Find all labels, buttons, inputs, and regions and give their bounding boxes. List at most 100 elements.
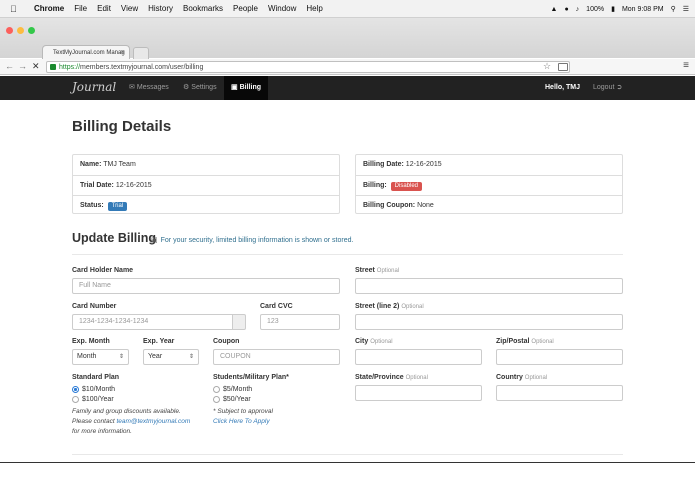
menu-history[interactable]: History <box>148 4 173 13</box>
page-title: Billing Details <box>72 118 172 135</box>
detail-label: Billing Coupon: <box>363 202 416 209</box>
approval-note-text: * Subject to approval <box>213 408 273 415</box>
card-holder-input[interactable]: Full Name <box>72 278 340 294</box>
nav-settings-label: Settings <box>191 84 217 91</box>
radio-icon <box>213 396 220 403</box>
coupon-input[interactable]: COUPON <box>213 349 340 365</box>
status-badge: Trial <box>107 202 128 211</box>
exp-month-label: Exp. Month <box>72 338 110 345</box>
exp-year-select[interactable]: Year ⇕ <box>143 349 199 365</box>
detail-value: TMJ Team <box>103 161 136 168</box>
back-icon[interactable]: ← <box>5 61 14 71</box>
card-cvc-input[interactable]: 123 <box>260 314 340 330</box>
nav-messages[interactable]: ✉ Messages <box>129 76 169 100</box>
menu-bookmarks[interactable]: Bookmarks <box>183 4 223 13</box>
street-label-text: Street <box>355 267 375 274</box>
wifi-icon[interactable]: ● <box>564 6 568 13</box>
city-input[interactable] <box>355 349 482 365</box>
spotlight-icon[interactable]: ⚲ <box>671 5 676 13</box>
standard-plan-label: Standard Plan <box>72 374 120 381</box>
volume-icon[interactable]: ♪ <box>576 6 580 13</box>
contact-email-link[interactable]: team@textmyjournal.com <box>116 418 190 425</box>
radio-selected-icon <box>72 386 79 393</box>
nav-logout[interactable]: Logout ➲ <box>593 76 622 100</box>
zip-label-text: Zip/Postal <box>496 338 530 345</box>
street-input[interactable] <box>355 278 623 294</box>
close-window-icon[interactable] <box>6 27 13 34</box>
lock-icon <box>50 64 56 70</box>
notification-center-icon[interactable]: ☰ <box>683 5 689 13</box>
tab-title: TextMyJournal.com Manag <box>53 49 125 56</box>
apple-icon[interactable]:  <box>10 4 22 14</box>
menu-help[interactable]: Help <box>306 4 322 13</box>
battery-percent: 100% <box>586 5 605 13</box>
minimize-window-icon[interactable] <box>17 27 24 34</box>
forward-icon[interactable]: → <box>18 61 27 71</box>
optional-tag: Optional <box>524 375 548 381</box>
apply-link[interactable]: Click Here To Apply <box>213 418 270 425</box>
security-note: ▣ For your security, limited billing info… <box>151 236 353 244</box>
security-note-text: For your security, limited billing infor… <box>160 237 354 244</box>
menu-people[interactable]: People <box>233 4 258 13</box>
family-note-line1: Family and group discounts available. <box>72 408 181 415</box>
detail-label: Billing Date: <box>363 161 404 168</box>
new-tab-button[interactable] <box>133 47 149 59</box>
card-number-addon <box>233 314 246 330</box>
chrome-menu-icon[interactable]: ≡ <box>683 60 689 71</box>
zoom-window-icon[interactable] <box>28 27 35 34</box>
card-number-label: Card Number <box>72 303 117 310</box>
browser-tab[interactable]: TextMyJournal.com Manag ✕ <box>42 45 130 59</box>
menu-edit[interactable]: Edit <box>97 4 111 13</box>
stop-icon[interactable]: ✕ <box>32 61 40 72</box>
clock[interactable]: Mon 9:08 PM <box>622 6 664 13</box>
card-holder-label: Card Holder Name <box>72 267 134 274</box>
url-scheme: https:// <box>59 64 81 71</box>
plan-option-label: $50/Year <box>223 396 251 403</box>
city-label-text: City <box>355 338 369 345</box>
menu-window[interactable]: Window <box>268 4 296 13</box>
optional-tag: Optional <box>531 339 554 345</box>
plan-radio-50-year[interactable]: $50/Year <box>213 396 251 403</box>
billing-details-left-panel: Name: TMJ Team Trial Date: 12-16-2015 St… <box>72 154 340 214</box>
state-input[interactable] <box>355 385 482 401</box>
street-label: Street Optional <box>355 267 399 274</box>
tab-close-icon[interactable]: ✕ <box>120 49 125 56</box>
notification-icon[interactable]: ▲ <box>551 6 558 13</box>
student-plan-label: Students/Military Plan* <box>213 374 289 381</box>
journal-logo[interactable]: Journal <box>72 80 116 94</box>
menu-file[interactable]: File <box>74 4 87 13</box>
detail-row-trial-date: Trial Date: 12-16-2015 <box>73 175 339 195</box>
address-bar[interactable]: https://members.textmyjournal.com/user/b… <box>46 61 570 73</box>
gear-icon: ⚙ <box>183 84 190 91</box>
plan-radio-5-month[interactable]: $5/Month <box>213 386 252 393</box>
menubar-status-area: ▲ ● ♪ 100% ▮ Mon 9:08 PM ⚲ ☰ <box>551 0 690 18</box>
city-label: City Optional <box>355 338 393 345</box>
plan-radio-100-year[interactable]: $100/Year <box>72 396 114 403</box>
select-arrows-icon: ⇕ <box>118 354 124 360</box>
nav-settings[interactable]: ⚙ Settings <box>183 76 217 100</box>
os-menubar:  Chrome File Edit View History Bookmark… <box>0 0 695 18</box>
exp-month-select[interactable]: Month ⇕ <box>72 349 129 365</box>
select-arrows-icon: ⇕ <box>188 354 194 360</box>
street2-input[interactable] <box>355 314 623 330</box>
optional-tag: Optional <box>405 375 428 381</box>
detail-row-status: Status: Trial <box>73 195 339 215</box>
country-input[interactable] <box>496 385 623 401</box>
street2-label-text: Street (line 2) <box>355 303 400 310</box>
card-number-input[interactable]: 1234-1234-1234-1234 <box>72 314 233 330</box>
battery-icon[interactable]: ▮ <box>611 5 615 13</box>
detail-label: Status: <box>80 202 104 209</box>
cast-icon[interactable] <box>558 63 568 71</box>
bookmark-star-icon[interactable]: ☆ <box>543 61 551 72</box>
state-label: State/Province Optional <box>355 374 428 381</box>
zip-label: Zip/Postal Optional <box>496 338 554 345</box>
window-bottom-edge <box>0 462 695 463</box>
zip-input[interactable] <box>496 349 623 365</box>
menu-app-chrome[interactable]: Chrome <box>34 4 64 13</box>
menu-view[interactable]: View <box>121 4 138 13</box>
nav-user-greeting[interactable]: Hello, TMJ <box>545 76 580 100</box>
nav-billing[interactable]: ▣ Billing <box>224 76 269 100</box>
plan-radio-10-month[interactable]: $10/Month <box>72 386 115 393</box>
family-note-line2: Please contact <box>72 418 115 425</box>
detail-label: Billing: <box>363 182 387 189</box>
